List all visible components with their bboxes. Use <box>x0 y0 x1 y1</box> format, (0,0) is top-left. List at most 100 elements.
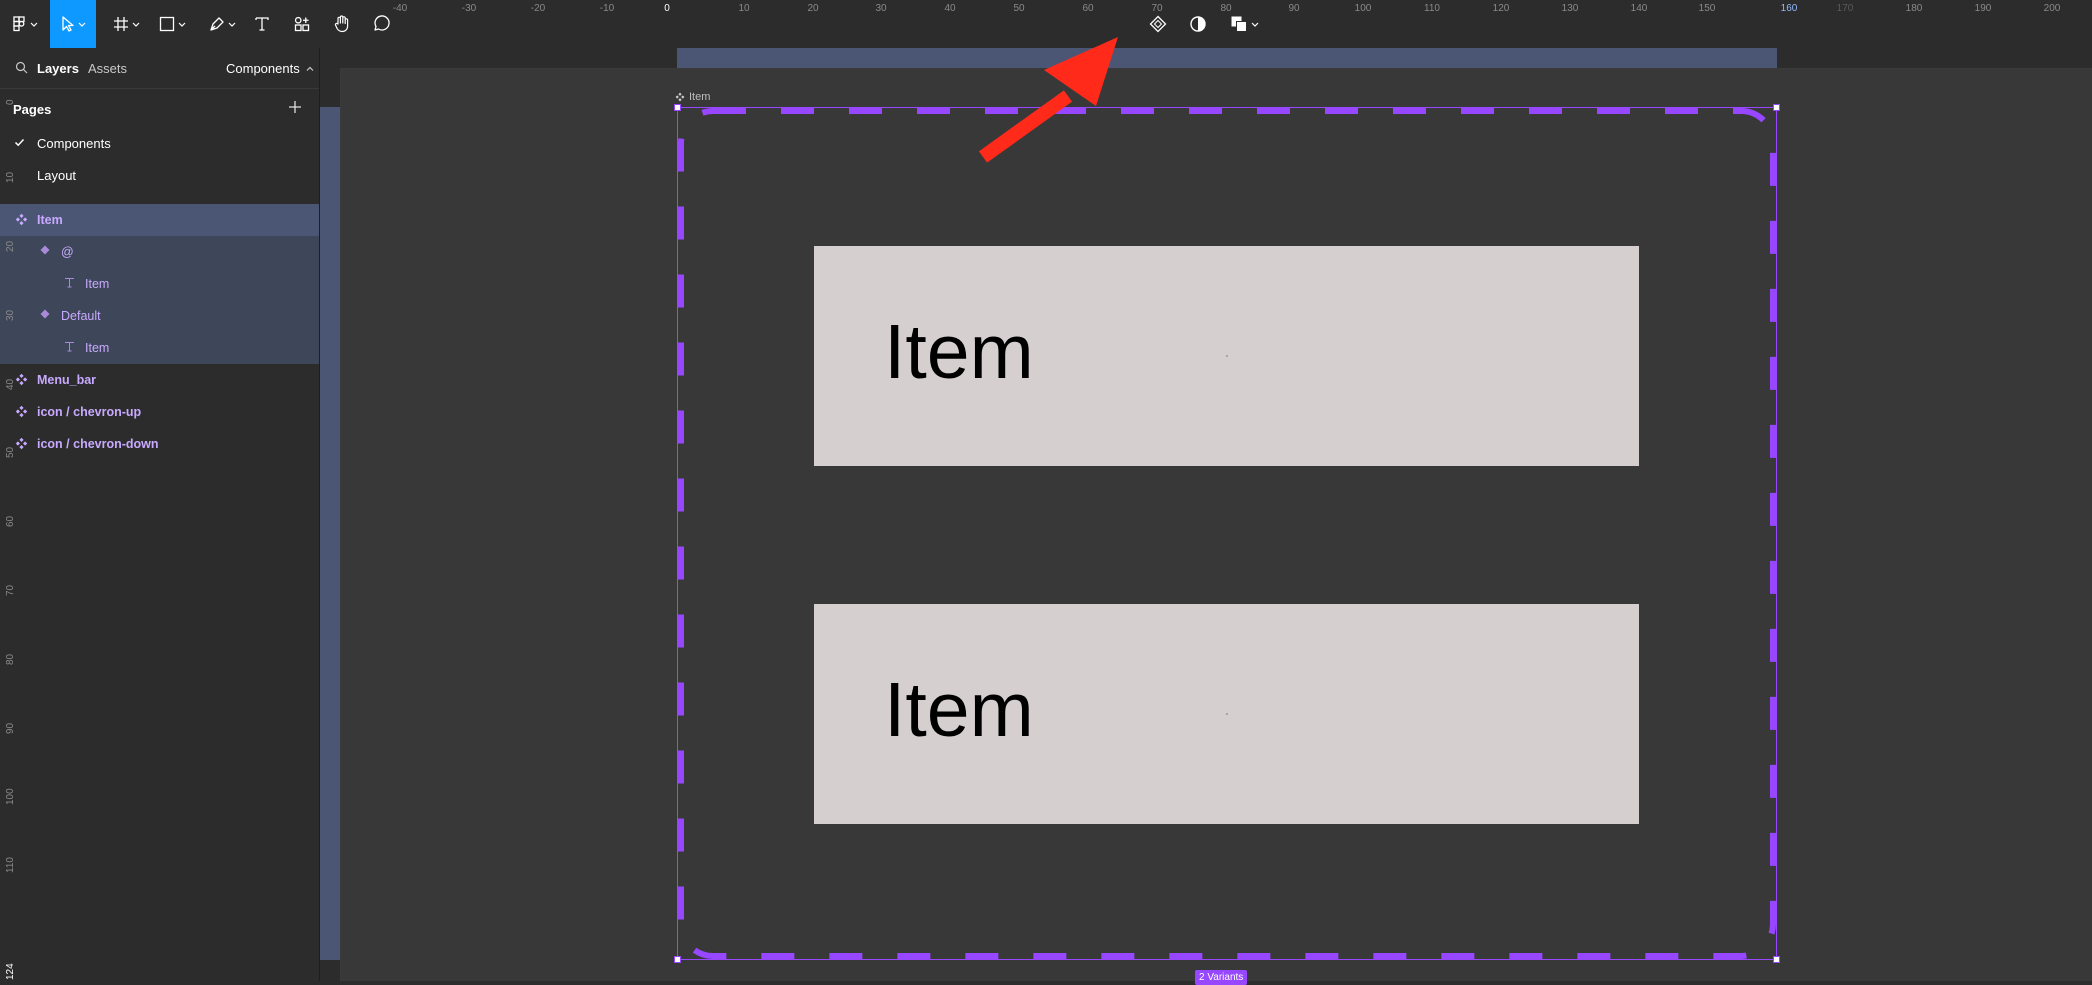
resize-handle[interactable] <box>674 104 681 111</box>
ruler-tick: 60 <box>1082 3 1094 14</box>
tab-assets[interactable]: Assets <box>88 61 127 76</box>
ruler-tick: 0 <box>5 99 16 105</box>
panel-tabs: Layers Assets Components <box>0 48 319 89</box>
ruler-tick: 150 <box>1698 3 1716 14</box>
ruler-tick: 70 <box>5 584 16 596</box>
chevron-down-icon <box>178 22 185 27</box>
ruler-selection-highlight <box>320 107 340 960</box>
layer-row-text[interactable]: Item <box>0 332 319 364</box>
chevron-down-icon <box>30 22 37 27</box>
variant-item-default[interactable]: Item <box>814 604 1639 824</box>
frame-title-text: Item <box>689 91 711 103</box>
frame-title-label[interactable]: Item <box>675 91 710 103</box>
layer-label: Default <box>61 309 101 323</box>
variant-text: Item <box>884 309 1034 395</box>
layer-row-text[interactable]: Item <box>0 268 319 300</box>
pen-tool-button[interactable] <box>204 0 240 48</box>
rectangle-icon <box>159 16 174 32</box>
resize-handle[interactable] <box>674 956 681 963</box>
frame-tool-button[interactable] <box>108 0 144 48</box>
text-layer-icon <box>65 278 74 288</box>
comment-icon <box>374 15 390 31</box>
ruler-tick: 70 <box>1151 3 1163 14</box>
hand-tool-button[interactable] <box>330 0 354 48</box>
tab-layers[interactable]: Layers <box>37 61 79 76</box>
variant-icon <box>40 309 50 319</box>
ruler-tick: 200 <box>2043 3 2061 14</box>
check-icon <box>14 138 25 147</box>
chevron-down-icon <box>132 22 139 27</box>
chevron-up-icon <box>306 66 314 71</box>
layers-list: Item @ Item Default Item Menu_bar icon /… <box>0 204 319 460</box>
add-page-icon[interactable] <box>288 100 302 114</box>
ruler-tick: 90 <box>5 722 16 734</box>
page-switcher[interactable]: Components <box>226 61 314 76</box>
resize-handle[interactable] <box>1773 956 1780 963</box>
layer-row-component-set[interactable]: Item <box>0 204 319 236</box>
variants-count-badge[interactable]: 2 Variants <box>1195 970 1248 985</box>
shape-tool-button[interactable] <box>154 0 190 48</box>
ruler-tick: 100 <box>1354 3 1372 14</box>
ruler-tick: 80 <box>5 653 16 665</box>
ruler-tick: -40 <box>392 3 408 14</box>
ruler-tick: 110 <box>1424 3 1440 14</box>
layer-row-component[interactable]: Menu_bar <box>0 364 319 396</box>
page-label: Layout <box>37 168 77 183</box>
center-point <box>1226 355 1228 357</box>
resize-handle[interactable] <box>1773 104 1780 111</box>
ruler-tick: 30 <box>5 309 16 321</box>
search-icon[interactable] <box>15 61 28 74</box>
ruler-tick: 80 <box>1220 3 1232 14</box>
comment-tool-button[interactable] <box>369 0 393 48</box>
layer-row-variant[interactable]: Default <box>0 300 319 332</box>
text-layer-icon <box>65 342 74 352</box>
layer-label: icon / chevron-up <box>37 405 142 419</box>
ruler-tick: 130 <box>1561 3 1579 14</box>
ruler-selection-highlight <box>677 48 1777 68</box>
main-menu-button[interactable] <box>8 0 42 48</box>
frame-icon <box>113 17 128 31</box>
ruler-tick: 50 <box>1013 3 1025 14</box>
layer-label: Item <box>37 213 63 227</box>
text-icon <box>255 17 269 31</box>
resources-button[interactable] <box>290 0 314 48</box>
mask-button[interactable] <box>1186 0 1210 48</box>
ruler-tick: 100 <box>5 788 16 805</box>
pages-title: Pages <box>13 102 52 117</box>
chevron-down-icon <box>228 22 235 27</box>
ruler-tick: 170 <box>1836 3 1854 14</box>
cursor-icon <box>61 16 74 32</box>
page-label: Components <box>37 136 111 151</box>
ruler-tick: 140 <box>1630 3 1648 14</box>
page-item-components[interactable]: Components <box>0 127 319 159</box>
layer-row-component[interactable]: icon / chevron-down <box>0 428 319 460</box>
chevron-down-icon <box>78 22 85 27</box>
ruler-tick: 90 <box>1288 3 1300 14</box>
variant-item-at[interactable]: Item <box>814 246 1639 466</box>
layer-row-variant[interactable]: @ <box>0 236 319 268</box>
annotation-arrow-icon <box>978 37 1118 163</box>
ruler-tick: -20 <box>530 3 546 14</box>
layer-row-component[interactable]: icon / chevron-up <box>0 396 319 428</box>
ruler-tick: 180 <box>1905 3 1923 14</box>
hand-icon <box>334 15 349 33</box>
move-tool-button[interactable] <box>50 0 96 48</box>
boolean-union-icon <box>1231 16 1247 32</box>
page-item-layout[interactable]: Layout <box>0 159 319 191</box>
layer-label: Item <box>85 341 110 355</box>
text-tool-button[interactable] <box>250 0 274 48</box>
pen-icon <box>209 17 224 31</box>
ruler-tick: 124 <box>5 963 16 980</box>
ruler-tick: 20 <box>807 3 819 14</box>
component-icon <box>15 405 28 418</box>
ruler-tick: 0 <box>664 3 670 14</box>
ruler-tick: 20 <box>5 240 16 252</box>
layers-panel: Layers Assets Components Pages Component… <box>0 48 320 981</box>
layer-label: icon / chevron-down <box>37 437 159 451</box>
ruler-tick: 120 <box>1492 3 1510 14</box>
ruler-tick: 160 <box>1780 3 1798 14</box>
ruler-tick: 10 <box>5 171 16 183</box>
variant-icon <box>40 245 50 255</box>
mask-icon <box>1190 16 1206 32</box>
variant-text: Item <box>884 667 1034 753</box>
